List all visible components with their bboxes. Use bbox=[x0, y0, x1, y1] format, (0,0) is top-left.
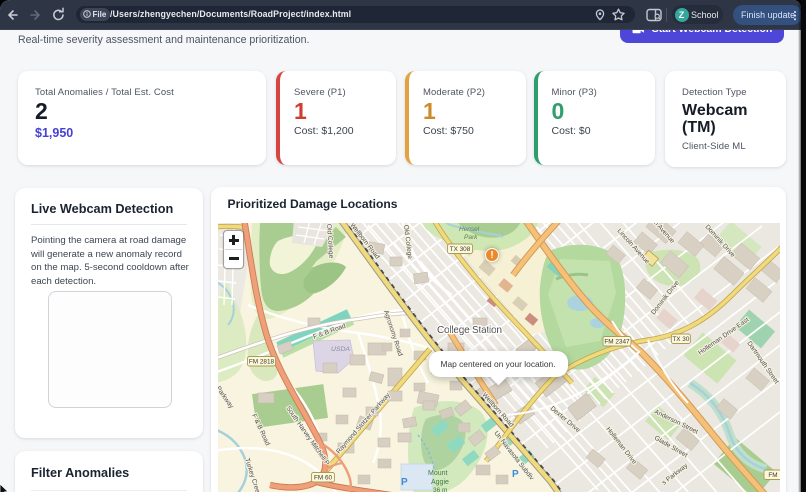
svg-text:Park: Park bbox=[464, 234, 478, 241]
svg-text:TX 308: TX 308 bbox=[449, 246, 470, 253]
svg-text:Hensel: Hensel bbox=[459, 226, 480, 233]
svg-text:Mount: Mount bbox=[428, 470, 448, 477]
svg-text:USDA: USDA bbox=[331, 346, 350, 353]
svg-text:Aggie: Aggie bbox=[431, 479, 449, 486]
svg-text:36 m: 36 m bbox=[433, 487, 447, 492]
svg-text:FM 60: FM 60 bbox=[313, 474, 332, 481]
svg-text:FM: FM bbox=[768, 472, 777, 479]
svg-text:College Station: College Station bbox=[437, 325, 502, 336]
svg-text:TX 30: TX 30 bbox=[672, 336, 689, 343]
svg-text:P: P bbox=[512, 469, 519, 480]
svg-text:FM 2818: FM 2818 bbox=[248, 358, 274, 365]
svg-text:FM 2347: FM 2347 bbox=[604, 338, 630, 345]
svg-text:P: P bbox=[401, 477, 408, 488]
